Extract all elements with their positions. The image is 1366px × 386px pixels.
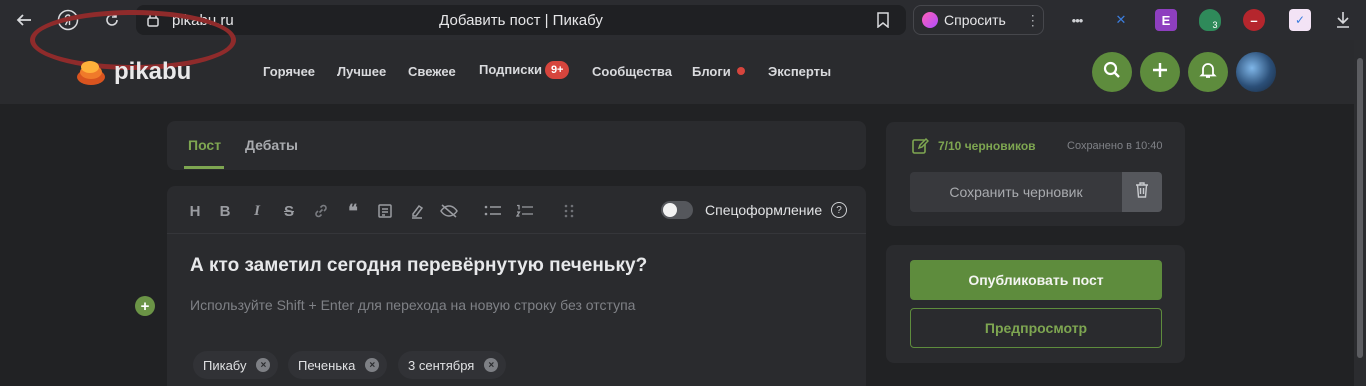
edit-draft-icon — [911, 137, 930, 160]
toggle-knob — [663, 203, 677, 217]
tag-label: 3 сентября — [408, 357, 475, 373]
nav-fresh[interactable]: Свежее — [408, 64, 456, 79]
ask-ai-button[interactable]: Спросить ⋮ — [913, 5, 1044, 35]
blogs-notification-dot — [736, 67, 745, 75]
nav-subscriptions-label: Подписки — [479, 62, 542, 77]
remove-tag-icon[interactable]: × — [484, 358, 499, 372]
bell-icon — [1199, 61, 1217, 84]
bold-icon[interactable]: B — [214, 200, 236, 222]
logo-text[interactable]: pikabu — [114, 58, 191, 86]
back-arrow-icon[interactable] — [12, 8, 36, 32]
italic-icon[interactable]: I — [246, 200, 268, 222]
paragraph-block-icon[interactable] — [374, 200, 396, 222]
trash-icon — [1135, 181, 1149, 203]
extension-block-icon[interactable]: – — [1243, 9, 1265, 31]
extension-calendar-icon[interactable]: ✓ — [1289, 9, 1311, 31]
nav-blogs[interactable]: Блоги — [692, 64, 745, 79]
nav-experts[interactable]: Эксперты — [768, 64, 831, 79]
preview-button[interactable]: Предпросмотр — [910, 308, 1162, 348]
save-draft-button[interactable]: Сохранить черновик — [910, 172, 1122, 212]
download-icon[interactable] — [1332, 9, 1354, 31]
search-icon — [1103, 61, 1121, 84]
remove-tag-icon[interactable]: × — [256, 358, 271, 372]
publish-button[interactable]: Опубликовать пост — [910, 260, 1162, 300]
hidden-text-icon[interactable] — [438, 200, 460, 222]
bookmark-icon[interactable] — [876, 12, 890, 33]
ai-assistant-icon — [922, 12, 938, 28]
nav-subscriptions[interactable]: Подписки 9+ — [479, 61, 570, 79]
more-dots-icon[interactable]: ⋮ — [1026, 12, 1040, 29]
special-format-toggle[interactable] — [661, 201, 693, 219]
page-tab-title: Добавить пост | Пикабу — [439, 12, 603, 29]
extension-x-icon[interactable]: ✕ — [1110, 9, 1132, 31]
extension-shield-icon[interactable]: 3 — [1199, 9, 1221, 31]
add-block-button[interactable]: + — [135, 296, 155, 316]
post-title-input[interactable]: А кто заметил сегодня перевёрнутую печен… — [190, 255, 647, 277]
search-button[interactable] — [1092, 52, 1132, 92]
tag-label: Пикабу — [203, 357, 247, 373]
strikethrough-icon[interactable]: S — [278, 200, 300, 222]
link-icon[interactable] — [310, 200, 332, 222]
extension-badge: 3 — [1212, 20, 1218, 30]
extension-dots-icon[interactable]: ••• — [1066, 9, 1088, 31]
delete-draft-button[interactable] — [1122, 172, 1162, 212]
tab-post[interactable]: Пост — [188, 137, 221, 153]
scrollbar-thumb[interactable] — [1357, 58, 1363, 358]
drafts-count: 7/10 черновиков — [938, 139, 1036, 153]
nav-hot[interactable]: Горячее — [263, 64, 315, 79]
tab-debates[interactable]: Дебаты — [245, 137, 298, 153]
tag-chip: 3 сентября × — [398, 351, 507, 379]
avatar[interactable] — [1236, 52, 1276, 92]
notifications-button[interactable] — [1188, 52, 1228, 92]
highlighter-icon[interactable] — [406, 200, 428, 222]
pikabu-logo-icon[interactable] — [76, 58, 106, 86]
help-icon[interactable]: ? — [831, 202, 847, 218]
subscriptions-badge: 9+ — [544, 61, 570, 79]
add-post-button[interactable] — [1140, 52, 1180, 92]
heading-icon[interactable]: H — [184, 200, 206, 222]
extension-e-icon[interactable]: E — [1155, 9, 1177, 31]
active-tab-indicator — [184, 166, 224, 169]
bulleted-list-icon[interactable] — [482, 200, 504, 222]
page-scrollbar[interactable] — [1354, 40, 1366, 386]
post-body-placeholder[interactable]: Используйте Shift + Enter для перехода н… — [190, 297, 635, 313]
nav-communities[interactable]: Сообщества — [592, 64, 672, 79]
tag-chip: Пикабу × — [193, 351, 279, 379]
tag-chip: Печенька × — [288, 351, 388, 379]
drag-handle-icon[interactable] — [558, 200, 580, 222]
special-format-label: Спецоформление — [705, 202, 823, 218]
plus-icon — [1151, 61, 1169, 84]
ask-label: Спросить — [944, 12, 1006, 28]
remove-tag-icon[interactable]: × — [365, 358, 380, 372]
address-bar[interactable]: pikabu.ru Добавить пост | Пикабу — [136, 5, 906, 35]
numbered-list-icon[interactable] — [514, 200, 536, 222]
quote-icon[interactable]: ❝ — [342, 200, 364, 222]
nav-best[interactable]: Лучшее — [337, 64, 386, 79]
nav-blogs-label: Блоги — [692, 64, 731, 79]
toolbar-divider — [167, 233, 866, 234]
saved-time: Сохранено в 10:40 — [1067, 140, 1163, 152]
tag-label: Печенька — [298, 357, 356, 373]
